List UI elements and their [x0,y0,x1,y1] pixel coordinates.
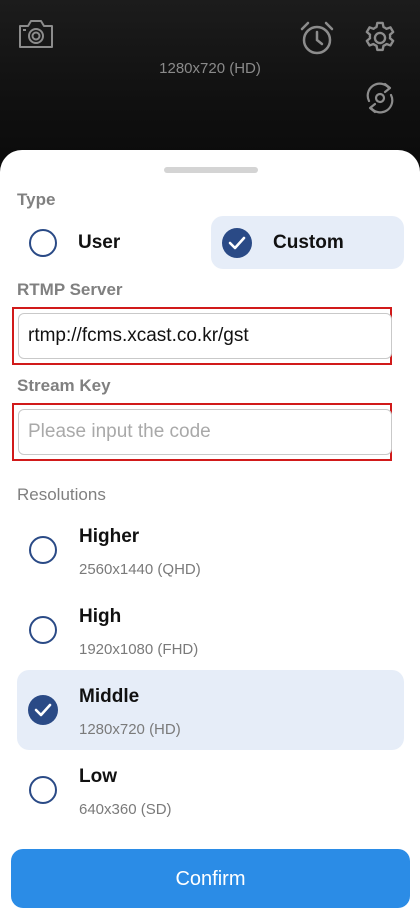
stream-key-input[interactable] [18,409,392,455]
resolutions-label: Resolutions [17,485,106,504]
radio-checked-icon [28,695,58,725]
resolution-size: 640x360 (SD) [79,801,172,818]
stream-settings-sheet: Type User Custom RTMP Server Stream Key … [0,150,420,921]
resolution-option-low[interactable]: Low 640x360 (SD) [17,750,404,830]
radio-unchecked-icon [29,616,57,644]
drag-handle[interactable] [164,167,258,173]
alarm-clock-icon[interactable] [298,20,336,56]
switch-camera-icon[interactable] [361,79,399,117]
type-label: Type [17,190,56,209]
rtmp-server-label: RTMP Server [17,280,123,299]
resolution-title: Higher [79,526,140,547]
camera-icon[interactable] [17,18,55,50]
type-option-user[interactable]: User [17,216,197,269]
rtmp-server-input[interactable] [18,313,392,359]
current-resolution-label: 1280x720 (HD) [159,60,261,77]
camera-preview [0,0,420,170]
resolution-size: 1280x720 (HD) [79,721,181,738]
type-option-label: User [78,231,121,253]
radio-unchecked-icon [29,776,57,804]
radio-unchecked-icon [29,228,57,257]
confirm-button[interactable]: Confirm [11,849,410,908]
resolution-title: Middle [79,686,140,707]
resolution-size: 1920x1080 (FHD) [79,641,199,658]
radio-checked-icon [222,227,252,258]
radio-unchecked-icon [29,536,57,564]
resolution-option-high[interactable]: High 1920x1080 (FHD) [17,590,404,670]
resolution-option-higher[interactable]: Higher 2560x1440 (QHD) [17,510,404,590]
resolution-size: 2560x1440 (QHD) [79,561,201,578]
settings-gear-icon[interactable] [361,19,399,57]
type-option-custom[interactable]: Custom [211,216,404,269]
resolution-title: Low [79,766,117,787]
resolution-option-middle[interactable]: Middle 1280x720 (HD) [17,670,404,750]
stream-key-label: Stream Key [17,376,111,395]
resolution-title: High [79,606,122,627]
type-option-label: Custom [273,231,344,253]
